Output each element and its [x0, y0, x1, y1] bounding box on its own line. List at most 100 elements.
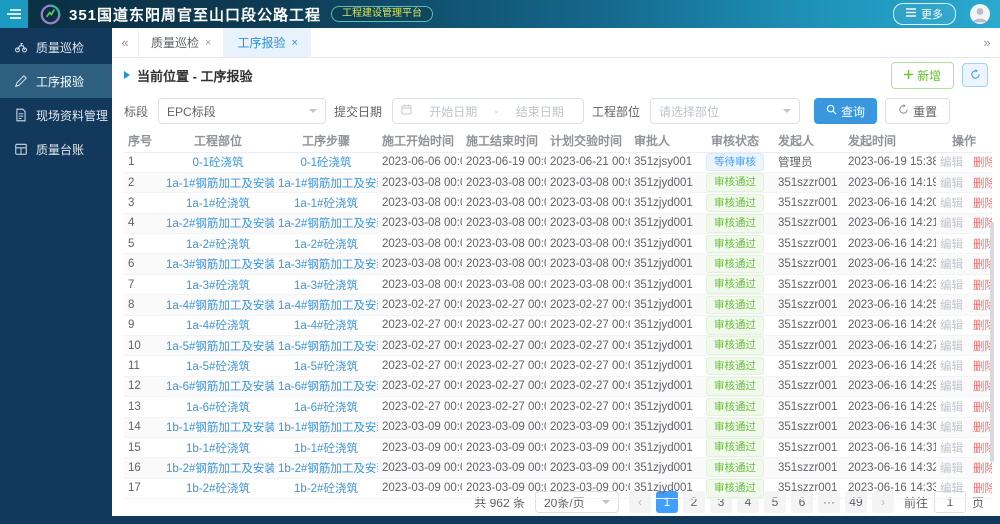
- edit-action[interactable]: 编辑: [940, 402, 963, 414]
- step-link[interactable]: 1a-5#钢筋加工及安装: [278, 341, 378, 353]
- edit-action[interactable]: 编辑: [940, 157, 963, 169]
- cell-no: 4: [124, 213, 162, 235]
- cell-end-time: 2023-03-09 00:00: [462, 457, 546, 479]
- part-select[interactable]: 请选择部位: [650, 98, 801, 124]
- refresh-table-button[interactable]: [962, 63, 988, 87]
- delete-action[interactable]: 删除: [973, 198, 992, 210]
- step-link[interactable]: 1a-2#砼浇筑: [294, 239, 358, 251]
- status-badge: 等待审核: [706, 152, 764, 172]
- cell-status: 审核通过: [696, 233, 774, 255]
- cell-end-time: 2023-02-27 00:00: [462, 294, 546, 316]
- part-link[interactable]: 1a-3#钢筋加工及安装: [166, 259, 274, 271]
- step-link[interactable]: 1a-4#钢筋加工及安装: [278, 300, 378, 312]
- cell-ops: 编辑删除: [936, 315, 992, 337]
- delete-action[interactable]: 删除: [973, 463, 992, 475]
- tabs-expand-icon[interactable]: »: [974, 28, 1000, 57]
- part-link[interactable]: 1a-2#钢筋加工及安装: [166, 218, 274, 230]
- cell-ops: 编辑删除: [936, 437, 992, 459]
- edit-action[interactable]: 编辑: [940, 239, 963, 251]
- menu-toggle-button[interactable]: [0, 0, 28, 28]
- column-header-2: 工程部位: [162, 130, 274, 153]
- delete-action[interactable]: 删除: [973, 157, 992, 169]
- status-badge: 审核通过: [706, 377, 764, 396]
- edit-action[interactable]: 编辑: [940, 443, 963, 455]
- date-end-placeholder: 结束日期: [515, 104, 564, 119]
- tab-质量巡检[interactable]: 质量巡检 ×: [138, 28, 225, 57]
- tab-工序报验[interactable]: 工序报验 ×: [224, 28, 311, 57]
- reset-button[interactable]: 重置: [885, 98, 951, 124]
- part-link[interactable]: 1a-4#钢筋加工及安装: [166, 300, 274, 312]
- column-header-3: 工序步骤: [274, 130, 378, 153]
- part-link[interactable]: 1a-5#钢筋加工及安装: [166, 341, 274, 353]
- step-link[interactable]: 1a-1#砼浇筑: [294, 198, 358, 210]
- step-link[interactable]: 1a-2#钢筋加工及安装: [278, 218, 378, 230]
- step-link[interactable]: 1a-6#砼浇筑: [294, 402, 358, 414]
- cell-status: 审核通过: [696, 417, 774, 438]
- step-link[interactable]: 1b-2#钢筋加工及安装: [278, 463, 378, 475]
- cell-status: 审核通过: [696, 192, 774, 214]
- cell-initiated-time: 2023-06-19 15:38: [844, 152, 936, 173]
- cell-initiated-time: 2023-06-16 14:21: [844, 233, 936, 255]
- more-button[interactable]: 更多: [893, 3, 956, 25]
- tab-close-icon[interactable]: ×: [205, 37, 211, 49]
- edit-action[interactable]: 编辑: [940, 320, 963, 332]
- part-link[interactable]: 1b-2#钢筋加工及安装: [166, 463, 274, 475]
- edit-action[interactable]: 编辑: [940, 198, 963, 210]
- sidebar-item-patrol[interactable]: 质量巡检: [0, 30, 112, 64]
- tab-close-icon[interactable]: ×: [291, 37, 297, 49]
- part-link[interactable]: 1a-4#砼浇筑: [186, 320, 250, 332]
- section-select[interactable]: EPC标段: [158, 98, 327, 124]
- part-link[interactable]: 1a-3#砼浇筑: [186, 280, 250, 292]
- cell-no: 9: [124, 315, 162, 337]
- cell-initiator: 351szzr001: [774, 294, 844, 316]
- step-link[interactable]: 1a-6#钢筋加工及安装: [278, 381, 378, 393]
- edit-action[interactable]: 编辑: [940, 218, 963, 230]
- step-link[interactable]: 1b-1#砼浇筑: [294, 443, 358, 455]
- part-link[interactable]: 0-1砼浇筑: [192, 157, 243, 169]
- cell-part: 1a-3#砼浇筑: [162, 274, 274, 296]
- step-link[interactable]: 0-1砼浇筑: [300, 157, 351, 169]
- search-button[interactable]: 查询: [814, 98, 878, 124]
- cell-approver: 351zjyd001: [630, 417, 696, 438]
- user-avatar[interactable]: [970, 4, 990, 24]
- part-link[interactable]: 1a-2#砼浇筑: [186, 239, 250, 251]
- step-link[interactable]: 1a-1#钢筋加工及安装: [278, 178, 378, 190]
- edit-action[interactable]: 编辑: [940, 259, 963, 271]
- step-link[interactable]: 1a-3#钢筋加工及安装: [278, 259, 378, 271]
- edit-action[interactable]: 编辑: [940, 361, 963, 373]
- date-range-input[interactable]: 开始日期 - 结束日期: [392, 98, 585, 124]
- step-link[interactable]: 1b-1#钢筋加工及安装: [278, 422, 378, 434]
- edit-action[interactable]: 编辑: [940, 341, 963, 353]
- step-link[interactable]: 1a-4#砼浇筑: [294, 320, 358, 332]
- cell-start-time: 2023-02-27 00:00: [378, 294, 462, 316]
- edit-action[interactable]: 编辑: [940, 280, 963, 292]
- edit-action[interactable]: 编辑: [940, 422, 963, 434]
- sidebar-item-process[interactable]: 工序报验: [0, 64, 112, 98]
- edit-action[interactable]: 编辑: [940, 483, 963, 495]
- step-link[interactable]: 1b-2#砼浇筑: [294, 483, 358, 495]
- part-link[interactable]: 1a-1#砼浇筑: [186, 198, 250, 210]
- vertical-scrollbar[interactable]: [990, 222, 994, 462]
- part-link[interactable]: 1a-6#砼浇筑: [186, 402, 250, 414]
- edit-action[interactable]: 编辑: [940, 300, 963, 312]
- edit-action[interactable]: 编辑: [940, 463, 963, 475]
- cell-approver: 351zjyd001: [630, 192, 696, 214]
- part-link[interactable]: 1b-1#钢筋加工及安装: [166, 422, 274, 434]
- step-link[interactable]: 1a-3#砼浇筑: [294, 280, 358, 292]
- edit-action[interactable]: 编辑: [940, 381, 963, 393]
- part-link[interactable]: 1a-6#钢筋加工及安装: [166, 381, 274, 393]
- delete-action[interactable]: 删除: [973, 483, 992, 495]
- sidebar-item-ledger[interactable]: 质量台账: [0, 132, 112, 166]
- delete-action[interactable]: 删除: [973, 178, 992, 190]
- sidebar-item-docs[interactable]: 现场资料管理: [0, 98, 112, 132]
- tabs-collapse-icon[interactable]: «: [112, 28, 138, 57]
- status-badge: 审核通过: [706, 479, 764, 498]
- step-link[interactable]: 1a-5#砼浇筑: [294, 361, 358, 373]
- add-button[interactable]: 新增: [890, 61, 954, 89]
- part-link[interactable]: 1b-1#砼浇筑: [186, 443, 250, 455]
- part-link[interactable]: 1b-2#砼浇筑: [186, 483, 250, 495]
- page-content: 当前位置 - 工序报验 新增 标段 EPC标段 提交日期 开始日期 - 结束日期…: [112, 58, 1000, 516]
- edit-action[interactable]: 编辑: [940, 178, 963, 190]
- part-link[interactable]: 1a-5#砼浇筑: [186, 361, 250, 373]
- part-link[interactable]: 1a-1#钢筋加工及安装: [166, 178, 274, 190]
